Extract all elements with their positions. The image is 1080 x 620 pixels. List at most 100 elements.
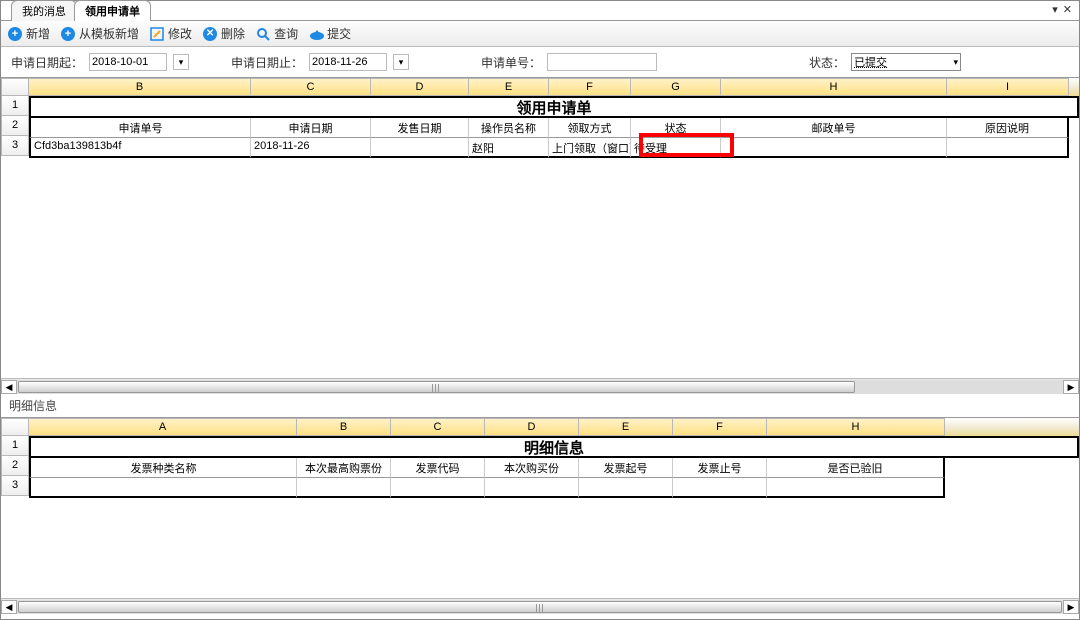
col-header-B[interactable]: B xyxy=(29,78,251,96)
scroll-track[interactable] xyxy=(17,600,1063,614)
top-grid-pane: B C D E F G H I 1 2 3 领用申请单 xyxy=(1,77,1079,394)
search-icon xyxy=(255,26,271,42)
scroll-thumb[interactable] xyxy=(18,381,855,393)
hdr-status: 状态 xyxy=(631,118,721,138)
delete-label: 删除 xyxy=(221,25,245,42)
top-h-scrollbar[interactable]: ◀ ▶ xyxy=(1,378,1079,394)
tab-close-icon[interactable]: ✕ xyxy=(1061,4,1073,16)
cell-status[interactable]: 待受理 xyxy=(631,138,721,158)
pencil-icon xyxy=(149,26,165,42)
col-header-G[interactable]: G xyxy=(631,78,721,96)
row-header-1[interactable]: 1 xyxy=(1,96,29,116)
hdr-order-no: 申请单号 xyxy=(29,118,251,138)
hdr-invoice-type: 发票种类名称 xyxy=(29,458,297,478)
hdr-end-no: 发票止号 xyxy=(673,458,767,478)
scroll-right-icon[interactable]: ▶ xyxy=(1063,380,1079,394)
plus-icon: + xyxy=(60,26,76,42)
scroll-left-icon[interactable]: ◀ xyxy=(1,600,17,614)
chevron-down-icon: ▾ xyxy=(954,57,959,68)
col-header-I[interactable]: I xyxy=(947,78,1069,96)
tab-application-form[interactable]: 领用申请单 xyxy=(74,0,151,21)
col-header-A[interactable]: A xyxy=(29,418,297,436)
plus-icon: + xyxy=(7,26,23,42)
cell-operator[interactable]: 赵阳 xyxy=(469,138,549,158)
col-header-C[interactable]: C xyxy=(251,78,371,96)
col-header-D[interactable]: D xyxy=(371,78,469,96)
col-header-F[interactable]: F xyxy=(673,418,767,436)
scroll-thumb[interactable] xyxy=(18,601,1062,613)
row-header-1[interactable]: 1 xyxy=(1,436,29,456)
grid-corner[interactable] xyxy=(1,78,29,96)
hdr-verified: 是否已验旧 xyxy=(767,458,945,478)
cell-order-no[interactable]: Cfd3ba139813b4f xyxy=(29,138,251,158)
scroll-left-icon[interactable]: ◀ xyxy=(1,380,17,394)
delete-button[interactable]: ✕ 删除 xyxy=(202,25,245,42)
cell-empty[interactable] xyxy=(391,478,485,498)
add-from-template-button[interactable]: + 从模板新增 xyxy=(60,25,139,42)
cell-reason[interactable] xyxy=(947,138,1069,158)
bottom-h-scrollbar[interactable]: ◀ ▶ xyxy=(1,598,1079,614)
row-header-2[interactable]: 2 xyxy=(1,456,29,476)
toolbar: + 新增 + 从模板新增 修改 ✕ 删除 查询 提交 xyxy=(1,21,1079,47)
col-header-B[interactable]: B xyxy=(297,418,391,436)
hdr-apply-date: 申请日期 xyxy=(251,118,371,138)
cell-empty[interactable] xyxy=(485,478,579,498)
cell-pickup[interactable]: 上门领取（窗口） xyxy=(549,138,631,158)
order-no-input[interactable] xyxy=(547,53,657,71)
scroll-track[interactable] xyxy=(17,380,1063,394)
col-header-F[interactable]: F xyxy=(549,78,631,96)
col-header-E[interactable]: E xyxy=(469,78,549,96)
col-header-E[interactable]: E xyxy=(579,418,673,436)
cell-empty[interactable] xyxy=(579,478,673,498)
hdr-operator: 操作员名称 xyxy=(469,118,549,138)
bottom-grid-pane: A B C D E F H 1 2 3 明细信息 xyxy=(1,417,1079,614)
cell-apply-date[interactable]: 2018-11-26 xyxy=(251,138,371,158)
row-header-3[interactable]: 3 xyxy=(1,136,29,156)
status-value: 已提交 xyxy=(854,54,887,70)
add-from-template-label: 从模板新增 xyxy=(79,25,139,42)
tab-my-messages[interactable]: 我的消息 xyxy=(11,0,77,21)
row-header-2[interactable]: 2 xyxy=(1,116,29,136)
submit-label: 提交 xyxy=(327,25,351,42)
cell-empty[interactable] xyxy=(767,478,945,498)
scroll-right-icon[interactable]: ▶ xyxy=(1063,600,1079,614)
edit-button[interactable]: 修改 xyxy=(149,25,192,42)
tab-bar: 我的消息 领用申请单 ▾ ✕ xyxy=(1,1,1079,21)
hdr-buy-qty: 本次购买份 xyxy=(485,458,579,478)
date-from-label: 申请日期起： xyxy=(11,54,83,71)
filter-bar: 申请日期起： ▾ 申请日期止： ▾ 申请单号： 状态： 已提交 ▾ xyxy=(1,47,1079,77)
cell-empty[interactable] xyxy=(29,478,297,498)
query-button[interactable]: 查询 xyxy=(255,25,298,42)
cell-sale-date[interactable] xyxy=(371,138,469,158)
hdr-sale-date: 发售日期 xyxy=(371,118,469,138)
table-row[interactable]: Cfd3ba139813b4f 2018-11-26 赵阳 上门领取（窗口） 待… xyxy=(29,138,1079,158)
cell-post-no[interactable] xyxy=(721,138,947,158)
col-header-H[interactable]: H xyxy=(721,78,947,96)
col-header-C[interactable]: C xyxy=(391,418,485,436)
order-no-label: 申请单号： xyxy=(481,54,541,71)
table-row[interactable] xyxy=(29,478,1079,498)
cloud-upload-icon xyxy=(308,26,324,42)
cell-empty[interactable] xyxy=(297,478,391,498)
date-to-input[interactable] xyxy=(309,53,387,71)
cell-empty[interactable] xyxy=(673,478,767,498)
tab-dropdown-icon[interactable]: ▾ xyxy=(1050,4,1059,16)
status-select[interactable]: 已提交 ▾ xyxy=(851,53,961,71)
add-button[interactable]: + 新增 xyxy=(7,25,50,42)
hdr-max-qty: 本次最高购票份 xyxy=(297,458,391,478)
hdr-invoice-code: 发票代码 xyxy=(391,458,485,478)
date-from-input[interactable] xyxy=(89,53,167,71)
date-to-picker-icon[interactable]: ▾ xyxy=(393,54,409,70)
status-label: 状态： xyxy=(809,54,845,71)
query-label: 查询 xyxy=(274,25,298,42)
detail-section-label: 明细信息 xyxy=(1,394,1079,417)
date-from-picker-icon[interactable]: ▾ xyxy=(173,54,189,70)
grid-corner[interactable] xyxy=(1,418,29,436)
col-header-H[interactable]: H xyxy=(767,418,945,436)
row-header-3[interactable]: 3 xyxy=(1,476,29,496)
col-header-D[interactable]: D xyxy=(485,418,579,436)
date-to-label: 申请日期止： xyxy=(231,54,303,71)
submit-button[interactable]: 提交 xyxy=(308,25,351,42)
grid-title: 领用申请单 xyxy=(29,98,1079,118)
delete-icon: ✕ xyxy=(202,26,218,42)
